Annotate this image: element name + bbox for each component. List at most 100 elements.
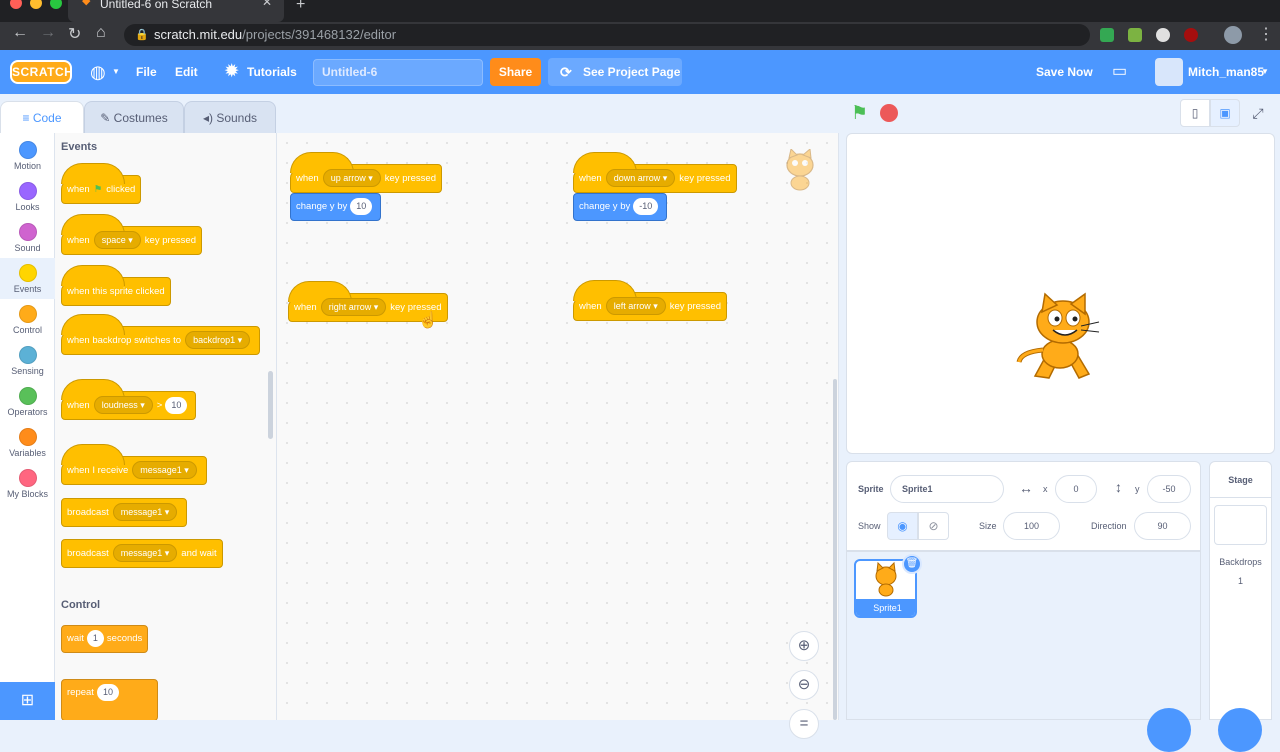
category-sound[interactable]: Sound: [0, 217, 55, 258]
my-stuff-folder-icon[interactable]: ▭: [1112, 50, 1127, 94]
username[interactable]: Mitch_man85: [1188, 50, 1264, 94]
repeat-block[interactable]: repeat 10: [61, 679, 158, 720]
fullscreen-icon[interactable]: ⤢: [1244, 99, 1272, 127]
home-icon[interactable]: ⌂: [96, 24, 106, 42]
script-workspace[interactable]: when up arrow ▾ key pressed change y by 10 …: [277, 133, 839, 720]
workspace-scrollbar[interactable]: [833, 379, 837, 720]
add-extension-icon[interactable]: ⊞: [0, 682, 55, 720]
minimize-window-icon[interactable]: [30, 0, 42, 9]
when-left-arrow-pressed-block[interactable]: when left arrow ▾ key pressed: [573, 280, 727, 321]
when-flag-clicked-block[interactable]: when ⚑ clicked: [61, 163, 142, 204]
zoom-in-icon[interactable]: ⊕: [789, 631, 819, 661]
close-tab-icon[interactable]: ✕: [262, 0, 272, 8]
palette-scrollbar[interactable]: [268, 371, 273, 439]
user-avatar[interactable]: [1155, 58, 1183, 86]
maximize-window-icon[interactable]: [50, 0, 62, 9]
category-control[interactable]: Control: [0, 299, 55, 340]
wait-block[interactable]: wait 1 seconds: [61, 625, 149, 653]
new-tab-icon[interactable]: +: [296, 0, 305, 14]
number-input[interactable]: 10: [350, 198, 373, 215]
size-input[interactable]: 100: [1003, 512, 1060, 540]
edit-menu[interactable]: Edit: [175, 50, 198, 94]
share-button[interactable]: Share: [490, 58, 541, 86]
browser-tab[interactable]: ◆ Untitled-6 on Scratch ✕: [68, 0, 284, 22]
extension-icon[interactable]: [1156, 28, 1170, 42]
tab-code[interactable]: ≡ Code: [0, 101, 84, 134]
loudness-dropdown[interactable]: loudness ▾: [93, 396, 153, 414]
chevron-down-icon[interactable]: ▼: [112, 50, 120, 94]
tutorials-menu[interactable]: Tutorials: [247, 50, 297, 94]
message-dropdown[interactable]: message1 ▾: [112, 544, 178, 562]
extension-icon[interactable]: [1128, 28, 1142, 42]
reload-icon[interactable]: ↻: [68, 24, 81, 44]
zoom-out-icon[interactable]: ⊖: [789, 670, 819, 700]
change-y-block[interactable]: change y by -10: [573, 193, 668, 221]
forward-icon[interactable]: →: [40, 24, 56, 42]
key-dropdown[interactable]: down arrow ▾: [605, 169, 676, 187]
when-up-arrow-pressed-block[interactable]: when up arrow ▾ key pressed: [290, 152, 442, 193]
when-sprite-clicked-block[interactable]: when this sprite clicked: [61, 265, 171, 306]
stop-sign-icon[interactable]: [880, 104, 898, 122]
choose-sprite-button[interactable]: [1147, 708, 1191, 752]
when-key-pressed-block[interactable]: when space ▾ key pressed: [61, 214, 203, 255]
zoom-reset-icon[interactable]: =: [789, 709, 819, 739]
x-input[interactable]: 0: [1055, 475, 1097, 503]
small-stage-icon[interactable]: ▯: [1180, 99, 1210, 127]
when-i-receive-block[interactable]: when I receive message1 ▾: [61, 444, 207, 485]
green-flag-icon[interactable]: ⚑: [851, 102, 868, 125]
sprite-name-input[interactable]: Sprite1: [890, 475, 1004, 503]
close-window-icon[interactable]: [10, 0, 22, 9]
when-backdrop-switches-block[interactable]: when backdrop switches to backdrop1 ▾: [61, 314, 261, 355]
direction-input[interactable]: 90: [1134, 512, 1191, 540]
y-input[interactable]: -50: [1147, 475, 1191, 503]
key-dropdown[interactable]: up arrow ▾: [322, 169, 381, 187]
delete-sprite-icon[interactable]: 🗑: [902, 554, 922, 574]
language-globe-icon[interactable]: ◍: [90, 50, 106, 94]
tab-title: Untitled-6 on Scratch: [100, 0, 213, 11]
category-sensing[interactable]: Sensing: [0, 340, 55, 381]
browser-menu-icon[interactable]: ⋮: [1258, 24, 1274, 44]
category-events[interactable]: Events: [0, 258, 55, 299]
tab-sounds[interactable]: ◂) Sounds: [184, 101, 276, 134]
category-operators[interactable]: Operators: [0, 381, 55, 422]
file-menu[interactable]: File: [136, 50, 157, 94]
save-now-button[interactable]: Save Now: [1036, 50, 1093, 94]
project-title-input[interactable]: Untitled-6: [313, 59, 483, 86]
key-dropdown[interactable]: right arrow ▾: [320, 298, 387, 316]
category-motion[interactable]: Motion: [0, 135, 55, 176]
stage-selector[interactable]: Stage Backdrops 1: [1209, 461, 1272, 752]
ublock-icon[interactable]: [1184, 28, 1198, 42]
number-input[interactable]: -10: [633, 198, 659, 215]
stage-canvas[interactable]: [846, 133, 1275, 454]
tab-costumes[interactable]: ✎ Costumes: [84, 101, 184, 134]
chevron-down-icon[interactable]: ▼: [1261, 50, 1269, 94]
number-input[interactable]: 1: [86, 630, 104, 647]
category-variables[interactable]: Variables: [0, 422, 55, 463]
number-input[interactable]: 10: [96, 684, 119, 701]
choose-backdrop-button[interactable]: [1218, 708, 1262, 752]
broadcast-block[interactable]: broadcast message1 ▾: [61, 498, 188, 527]
scratch-logo[interactable]: SCRATCH: [10, 60, 73, 84]
cat-sprite[interactable]: [1015, 292, 1105, 384]
category-my-blocks[interactable]: My Blocks: [0, 463, 55, 504]
show-eye-icon[interactable]: ◉: [887, 512, 918, 540]
message-dropdown[interactable]: message1 ▾: [112, 503, 178, 521]
profile-avatar[interactable]: [1224, 26, 1242, 44]
backdrop-thumbnail[interactable]: [1214, 505, 1267, 545]
key-dropdown[interactable]: left arrow ▾: [605, 297, 666, 315]
when-down-arrow-pressed-block[interactable]: when down arrow ▾ key pressed: [573, 152, 737, 193]
category-looks[interactable]: Looks: [0, 176, 55, 217]
number-input[interactable]: 10: [165, 397, 188, 414]
broadcast-and-wait-block[interactable]: broadcast message1 ▾ and wait: [61, 539, 223, 568]
hide-eye-icon[interactable]: ⊘: [918, 512, 949, 540]
key-dropdown[interactable]: space ▾: [93, 231, 141, 249]
back-icon[interactable]: ←: [12, 24, 28, 42]
see-project-page-button[interactable]: ⟳ See Project Page: [548, 58, 682, 86]
message-dropdown[interactable]: message1 ▾: [132, 461, 197, 479]
backdrop-dropdown[interactable]: backdrop1 ▾: [185, 331, 251, 349]
address-bar[interactable]: 🔒 scratch.mit.edu/projects/391468132/edi…: [124, 24, 1090, 46]
when-loudness-block[interactable]: when loudness ▾ >10: [61, 379, 197, 420]
extension-icon[interactable]: [1100, 28, 1114, 42]
change-y-block[interactable]: change y by 10: [290, 193, 382, 221]
large-stage-icon[interactable]: ▣: [1210, 99, 1240, 127]
